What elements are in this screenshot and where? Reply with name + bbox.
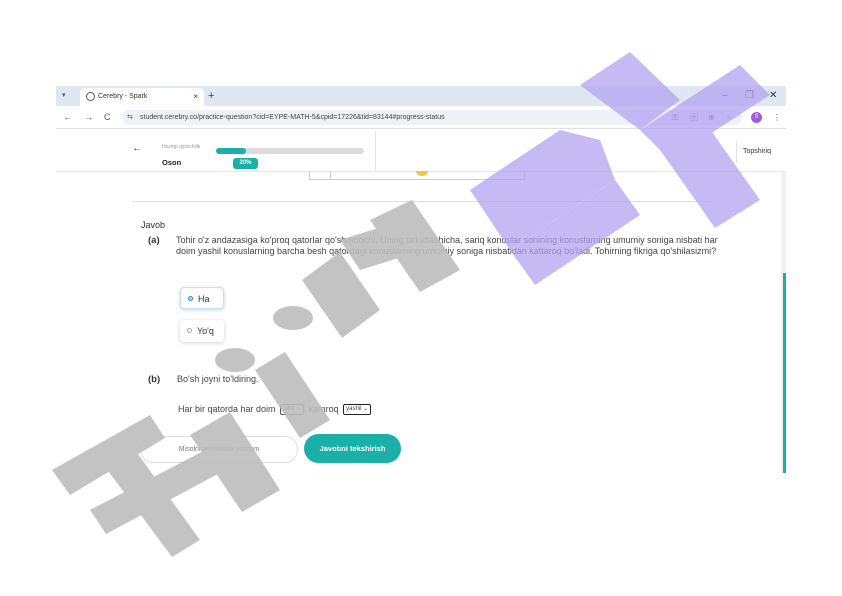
section-divider: [132, 201, 708, 202]
fill-blank-sentence: Har bir qatorda har doim bitta ⌄ kamroq …: [178, 403, 373, 416]
tab-title: Cerebry - Spark: [98, 93, 148, 100]
radio-empty-icon[interactable]: [187, 328, 192, 333]
hint-button[interactable]: Misolni yechishda yordam: [140, 436, 298, 463]
option-ha[interactable]: Ha: [180, 287, 224, 309]
option-label: Yo'q: [197, 326, 214, 336]
password-key-icon[interactable]: ⚿: [672, 110, 678, 125]
url-text[interactable]: student.cerebry.co/practice-question?cid…: [140, 110, 445, 125]
cerebry-favicon-icon: [86, 92, 95, 101]
sentence-middle: kamroq: [308, 404, 339, 414]
scrollbar-thumb[interactable]: [783, 273, 786, 473]
part-b-instruction: Bo'sh joyni to'ldiring.: [177, 374, 259, 384]
profile-avatar[interactable]: S: [751, 112, 762, 123]
back-arrow-icon[interactable]: ←: [132, 143, 142, 154]
color-select[interactable]: yashil ⌄: [343, 404, 372, 416]
zoom-icon[interactable]: ⊕: [708, 110, 715, 125]
progress-badge: 20%: [233, 158, 258, 169]
radio-selected-icon[interactable]: [188, 296, 193, 301]
browser-menu-icon[interactable]: ⋮: [773, 110, 781, 125]
browser-tab[interactable]: Cerebry - Spark ×: [80, 88, 204, 106]
minimize-button[interactable]: –: [722, 86, 728, 106]
difficulty-value: Oson: [162, 158, 182, 167]
image-cell-divider: [330, 171, 331, 179]
option-label: Ha: [198, 294, 210, 304]
forward-button[interactable]: →: [84, 106, 93, 128]
part-b-label: (b): [148, 374, 161, 385]
yellow-cone-shape: [416, 171, 428, 176]
difficulty-label: Hozirgi qiyinchilik: [162, 144, 201, 150]
sentence-start: Har bir qatorda har doim: [178, 404, 276, 414]
check-answer-button[interactable]: Javobni tekshirish: [304, 434, 401, 463]
count-select[interactable]: bitta ⌄: [280, 404, 305, 416]
question-image-bottom: [309, 171, 525, 180]
tasks-button[interactable]: Topshiriq: [736, 141, 793, 163]
progress-fill: [216, 148, 246, 154]
answer-label: Javob: [141, 220, 166, 230]
reload-button[interactable]: C: [104, 106, 111, 128]
header-divider: [375, 131, 376, 171]
tab-close-icon[interactable]: ×: [193, 88, 198, 106]
option-yoq[interactable]: Yo'q: [180, 320, 224, 342]
bookmark-star-icon[interactable]: ☆: [726, 110, 733, 125]
tab-search-button[interactable]: ▾: [62, 86, 66, 106]
site-settings-icon[interactable]: ⇆: [127, 110, 133, 125]
part-a-label: (a): [148, 235, 160, 246]
translate-icon[interactable]: 🈂: [690, 110, 698, 125]
new-tab-button[interactable]: +: [208, 86, 214, 106]
back-button[interactable]: ←: [63, 106, 72, 128]
close-window-button[interactable]: ✕: [769, 86, 777, 106]
restore-button[interactable]: ❐: [745, 86, 754, 106]
part-a-text: Tohir o'z andazasiga ko'proq qatorlar qo…: [176, 235, 718, 257]
